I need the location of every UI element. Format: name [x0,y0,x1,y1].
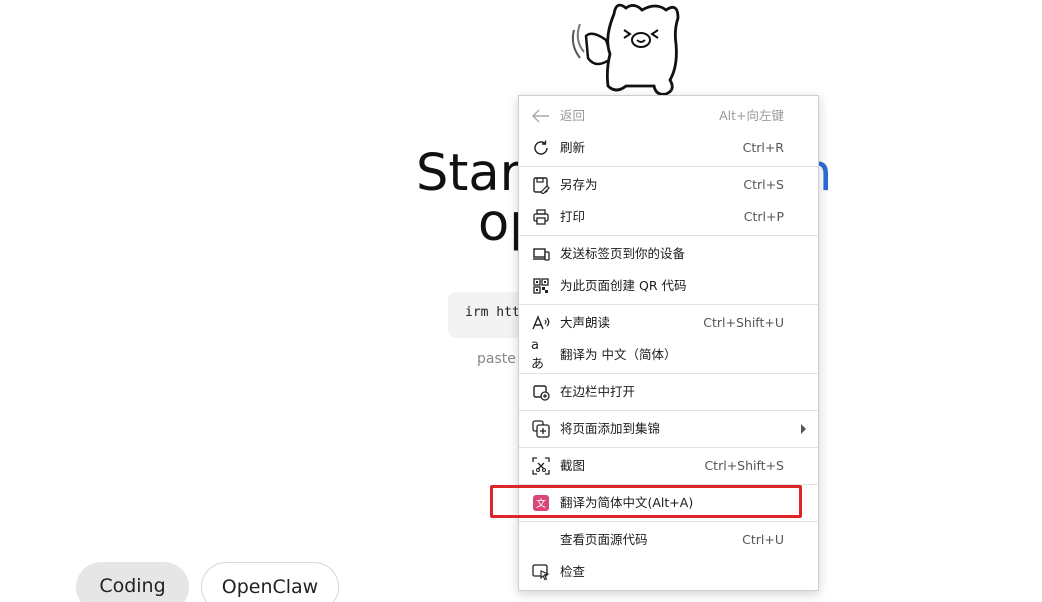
menu-item-shortcut: Ctrl+U [742,532,784,547]
tab-openclaw[interactable]: OpenClaw [201,562,339,602]
menu-item-shortcut: Ctrl+S [743,177,784,192]
menu-item-screenshot[interactable]: 截图 Ctrl+Shift+S [519,450,818,482]
menu-item-shortcut: Ctrl+Shift+U [703,315,784,330]
menu-item-label: 返回 [560,108,586,123]
menu-item-shortcut: Ctrl+P [743,209,784,224]
menu-separator [519,410,818,411]
open-in-sidebar-icon [531,382,551,402]
install-command-text: irm htt [465,305,520,320]
menu-item-shortcut: Ctrl+Shift+S [704,458,784,473]
paste-hint: paste [477,351,516,367]
send-to-device-icon [531,244,551,264]
add-to-collections-icon [531,419,551,439]
menu-separator [519,447,818,448]
menu-item-add-to-collections[interactable]: 将页面添加到集锦 [519,413,818,445]
menu-item-open-in-sidebar[interactable]: 在边栏中打开 [519,376,818,408]
menu-item-refresh[interactable]: 刷新 Ctrl+R [519,132,818,164]
menu-item-label: 翻译为 中文（简体） [560,347,677,362]
menu-item-read-aloud[interactable]: 大声朗读 Ctrl+Shift+U [519,307,818,339]
menu-item-label: 为此页面创建 QR 代码 [560,278,687,293]
refresh-icon [531,138,551,158]
menu-separator [519,166,818,167]
tab-coding[interactable]: Coding [76,562,189,602]
menu-item-label: 在边栏中打开 [560,384,636,399]
menu-item-inspect[interactable]: 检查 [519,556,818,588]
save-as-icon [531,175,551,195]
menu-item-label: 大声朗读 [560,315,611,330]
print-icon [531,207,551,227]
mascot-illustration [566,0,692,98]
menu-item-label: 打印 [560,209,586,224]
inspect-icon [531,562,551,582]
menu-item-shortcut: Alt+向左键 [719,108,784,123]
menu-separator [519,373,818,374]
menu-item-label: 检查 [560,564,586,579]
menu-item-view-source[interactable]: 查看页面源代码 Ctrl+U [519,524,818,556]
screenshot-icon [531,456,551,476]
menu-item-translate[interactable]: aあ 翻译为 中文（简体） [519,338,818,372]
read-aloud-icon [531,313,551,333]
menu-separator [519,304,818,305]
menu-item-shortcut: Ctrl+R [742,140,784,155]
qr-code-icon [531,276,551,296]
translate-icon: aあ [531,338,545,372]
menu-separator [519,521,818,522]
menu-item-label: 发送标签页到你的设备 [560,246,686,261]
menu-item-label: 另存为 [560,177,598,192]
menu-item-label: 截图 [560,458,586,473]
menu-item-send-to-device[interactable]: 发送标签页到你的设备 [519,238,818,270]
back-arrow-icon [531,106,551,126]
menu-item-print[interactable]: 打印 Ctrl+P [519,201,818,233]
menu-item-label: 将页面添加到集锦 [560,421,661,436]
menu-separator [519,235,818,236]
menu-item-save-as[interactable]: 另存为 Ctrl+S [519,169,818,201]
menu-item-qr-code[interactable]: 为此页面创建 QR 代码 [519,270,818,302]
submenu-chevron-right-icon [801,424,806,434]
menu-item-label: 查看页面源代码 [560,532,648,547]
annotation-highlight-box [490,485,802,518]
menu-item-back[interactable]: 返回 Alt+向左键 [519,100,818,132]
menu-item-label: 刷新 [560,140,586,155]
